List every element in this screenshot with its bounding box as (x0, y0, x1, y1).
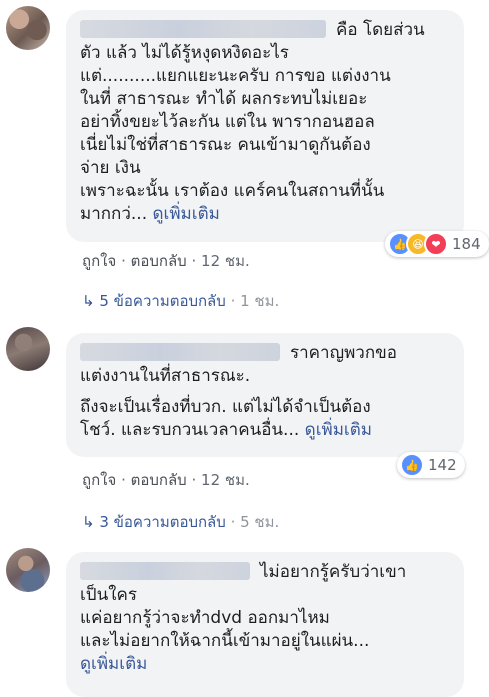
timestamp[interactable]: 12 ชม. (201, 252, 250, 270)
comment-actions: ถูกใจ · ตอบกลับ · 12 ชม. (82, 249, 250, 273)
replies-time: 5 ชม. (240, 513, 280, 531)
reaction-summary[interactable]: 👍 😆 ❤ 184 (385, 231, 489, 257)
separator: · (191, 252, 197, 270)
reaction-count: 142 (428, 456, 457, 474)
comment-actions: ถูกใจ · ตอบกลับ · 12 ชม. (82, 468, 250, 492)
love-icon: ❤ (424, 232, 448, 256)
comment-text: ในที่ สาธารณะ ทำได้ ผลกระทบไม่เยอะ (80, 89, 368, 109)
see-more-link[interactable]: ดูเพิ่มเติม (153, 204, 220, 224)
view-replies-link[interactable]: ↳ 5 ข้อความตอบกลับ · 1 ชม. (82, 289, 279, 313)
comment-text: แต่งงานในที่สาธารณะ. (80, 366, 251, 386)
see-more-link[interactable]: ดูเพิ่มเติม (80, 654, 147, 674)
reply-button[interactable]: ตอบกลับ (131, 471, 187, 489)
comment-text: คือ โดยส่วน (336, 20, 425, 40)
comment-text: เนี่ยไม่ใช่ที่สาธารณะ คนเข้ามาดูกันต้อง (80, 135, 371, 155)
like-button[interactable]: ถูกใจ (82, 471, 116, 489)
reaction-count: 184 (452, 235, 481, 253)
separator: · (230, 513, 236, 531)
comment-text: จ่าย เงิน (80, 158, 141, 178)
commenter-avatar[interactable] (6, 327, 50, 371)
see-more-link[interactable]: ดูเพิ่มเติม (305, 420, 372, 440)
comment-text: มากกว่... (80, 204, 153, 224)
reply-button[interactable]: ตอบกลับ (131, 252, 187, 270)
thumbs-up-icon: 👍 (400, 453, 424, 477)
separator: · (121, 471, 126, 489)
replies-count-link[interactable]: 3 ข้อความตอบกลับ (99, 513, 225, 531)
comment-text: ไม่อยากรู้ครับว่าเขา (260, 562, 407, 582)
blurred-commenter-name[interactable] (80, 343, 280, 361)
reply-arrow-icon: ↳ (82, 292, 95, 310)
comment-bubble: คือ โดยส่วน ตัว แล้ว ไม่ได้รู้หงุดหงิดอะ… (66, 10, 464, 242)
comment-text: ราคาญพวกขอ (290, 343, 397, 363)
like-button[interactable]: ถูกใจ (82, 252, 116, 270)
commenter-avatar[interactable] (6, 548, 50, 592)
replies-time: 1 ชม. (240, 292, 280, 310)
commenter-avatar[interactable] (6, 6, 50, 50)
blurred-commenter-name[interactable] (80, 20, 326, 38)
view-replies-link[interactable]: ↳ 3 ข้อความตอบกลับ · 5 ชม. (82, 510, 279, 534)
timestamp[interactable]: 12 ชม. (201, 471, 250, 489)
comment-text: เป็นใคร (80, 585, 138, 605)
reply-arrow-icon: ↳ (82, 513, 95, 531)
separator: · (230, 292, 236, 310)
replies-count-link[interactable]: 5 ข้อความตอบกลับ (99, 292, 225, 310)
blurred-commenter-name[interactable] (80, 562, 250, 580)
comment-text: แค่อยากรู้ว่าจะทำdvd ออกมาไหม (80, 608, 330, 628)
comment-bubble: ราคาญพวกขอ แต่งงานในที่สาธารณะ. ถึงจะเป็… (66, 333, 464, 457)
separator: · (191, 471, 197, 489)
comment-text: ตัว แล้ว ไม่ได้รู้หงุดหงิดอะไร (80, 43, 289, 63)
comment-text: เพราะฉะนั้น เราต้อง แคร์คนในสถานที่นั้น (80, 181, 385, 201)
reaction-summary[interactable]: 👍 142 (397, 452, 465, 478)
comment-bubble: ไม่อยากรู้ครับว่าเขา เป็นใคร แค่อยากรู้ว… (66, 552, 464, 697)
comment-text: และไม่อยากให้ฉากนี้เข้ามาอยู่ในแผ่น... (80, 631, 370, 651)
comment-text: แต่..........แยกแยะนะครับ การขอ แต่งงาน (80, 66, 391, 86)
separator: · (121, 252, 126, 270)
comment-text: โชว์. และรบกวนเวลาคนอื่น... (80, 420, 305, 440)
comment-text: ถึงจะเป็นเรื่องที่บวก. แต่ไม่ได้จำเป็นต้… (80, 397, 371, 417)
comment-text: อย่าทิ้งขยะไว้ละกัน แต่ใน พารากอนฮอล (80, 112, 375, 132)
